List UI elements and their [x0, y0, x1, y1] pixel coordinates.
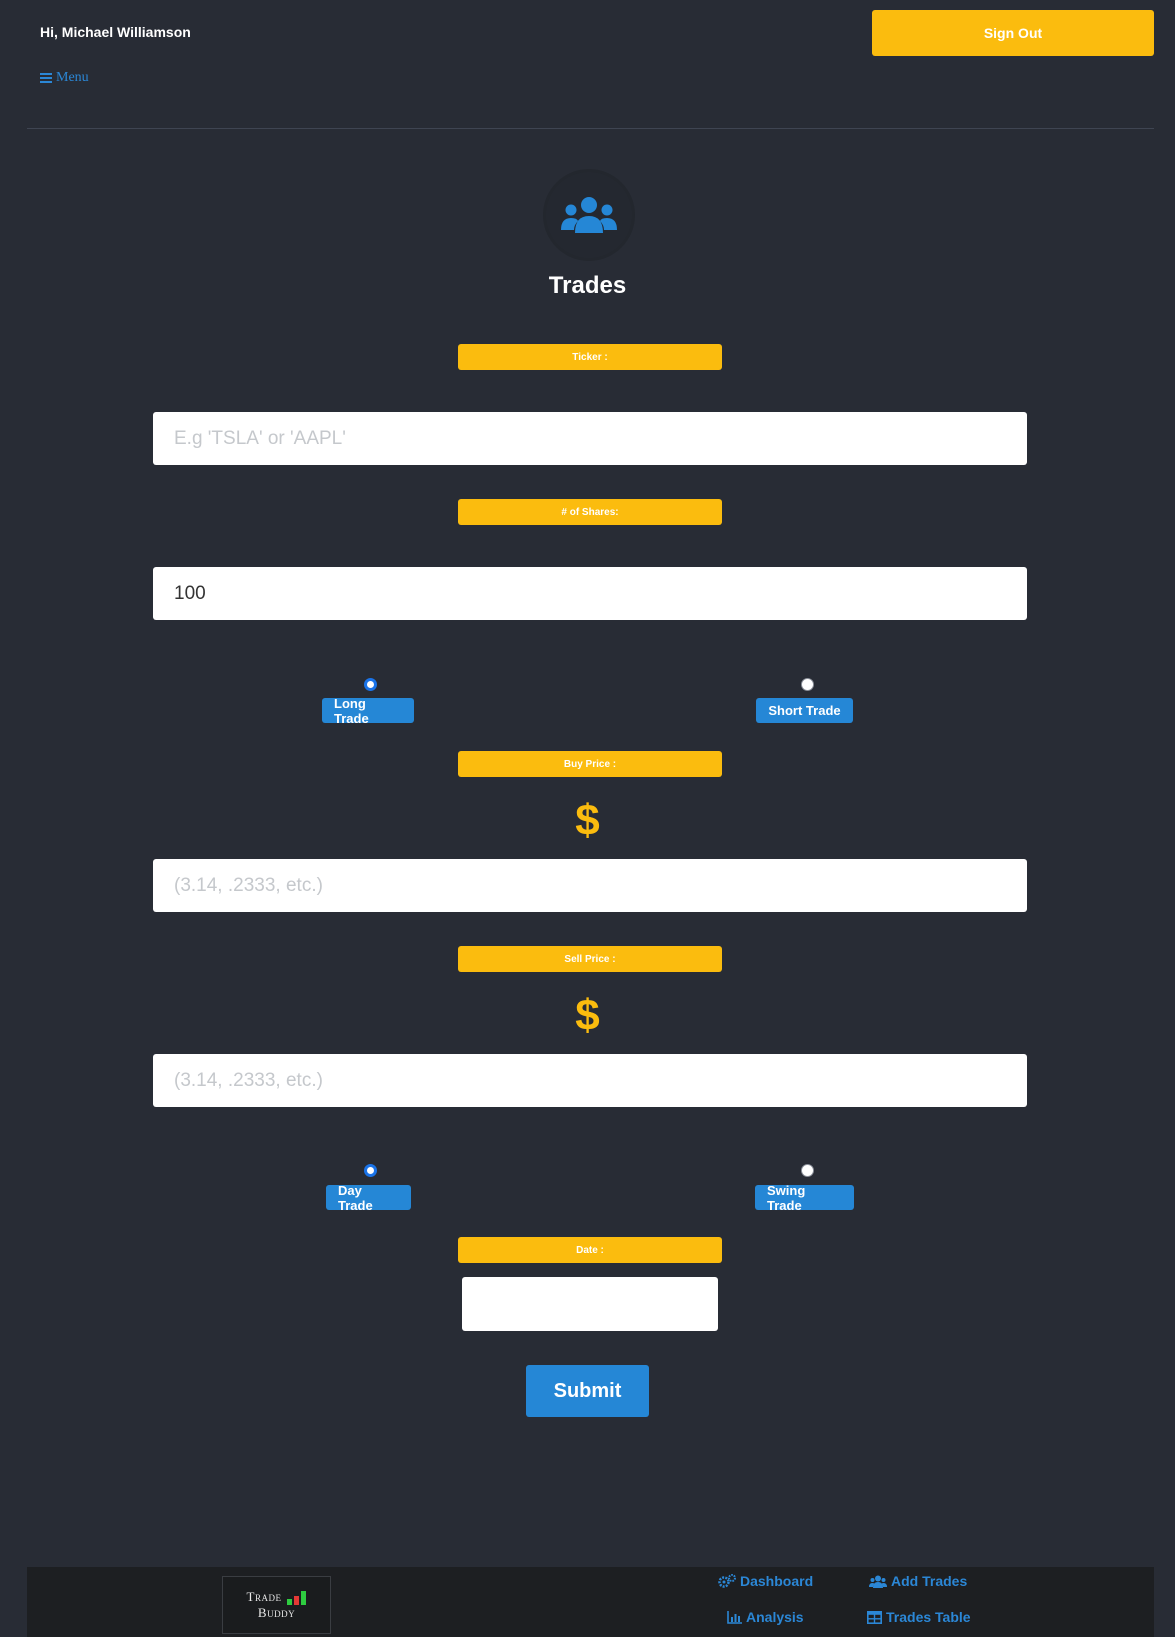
hamburger-icon	[40, 73, 52, 83]
logo-text-trade: Trade	[246, 1589, 282, 1604]
footer-link-add-trades[interactable]: Add Trades	[869, 1573, 967, 1589]
sell-price-label: Sell Price :	[458, 946, 722, 972]
short-trade-label[interactable]: Short Trade	[756, 698, 853, 723]
cogs-icon	[718, 1574, 736, 1588]
users-icon-small	[869, 1575, 887, 1588]
ticker-label: Ticker :	[458, 344, 722, 370]
users-icon	[561, 197, 617, 233]
trade-buddy-logo[interactable]: Trade Buddy	[222, 1576, 331, 1634]
users-avatar	[543, 169, 635, 261]
sell-dollar-icon: $	[575, 991, 600, 1040]
user-greeting: Hi, Michael Williamson	[40, 24, 191, 40]
swing-trade-radio[interactable]	[801, 1164, 814, 1177]
shares-input[interactable]	[153, 567, 1027, 620]
footer-link-analysis[interactable]: Analysis	[727, 1609, 804, 1625]
short-trade-radio[interactable]	[801, 678, 814, 691]
buy-dollar-icon: $	[575, 796, 600, 845]
page-title: Trades	[548, 272, 627, 299]
table-icon	[867, 1610, 882, 1624]
chart-bars-icon	[287, 1591, 307, 1605]
swing-trade-label[interactable]: Swing Trade	[755, 1183, 854, 1213]
sign-out-button[interactable]: Sign Out	[872, 10, 1154, 56]
logo-text-buddy: Buddy	[257, 1605, 296, 1620]
footer-link-dashboard-label: Dashboard	[740, 1573, 814, 1589]
footer-link-trades-table-label: Trades Table	[886, 1609, 971, 1625]
sell-price-input[interactable]	[153, 1054, 1027, 1107]
day-trade-radio[interactable]	[364, 1164, 377, 1177]
footer-link-trades-table[interactable]: Trades Table	[867, 1609, 971, 1625]
buy-price-label: Buy Price :	[458, 751, 722, 777]
buy-price-input[interactable]	[153, 859, 1027, 912]
long-trade-label[interactable]: Long Trade	[322, 696, 414, 726]
menu-label: Menu	[56, 70, 89, 85]
header-divider	[27, 128, 1154, 129]
shares-label: # of Shares:	[458, 499, 722, 525]
footer-link-add-trades-label: Add Trades	[891, 1573, 968, 1589]
ticker-input[interactable]	[153, 412, 1027, 465]
footer-link-dashboard[interactable]: Dashboard	[718, 1573, 813, 1589]
footer-link-analysis-label: Analysis	[746, 1609, 804, 1625]
date-input[interactable]	[462, 1277, 718, 1331]
menu-toggle[interactable]: Menu	[40, 70, 89, 86]
date-label: Date :	[458, 1237, 722, 1263]
long-trade-radio[interactable]	[364, 678, 377, 691]
submit-button[interactable]: Submit	[526, 1365, 649, 1417]
day-trade-label[interactable]: Day Trade	[326, 1183, 411, 1213]
footer	[27, 1567, 1154, 1637]
bar-chart-icon	[727, 1610, 742, 1624]
